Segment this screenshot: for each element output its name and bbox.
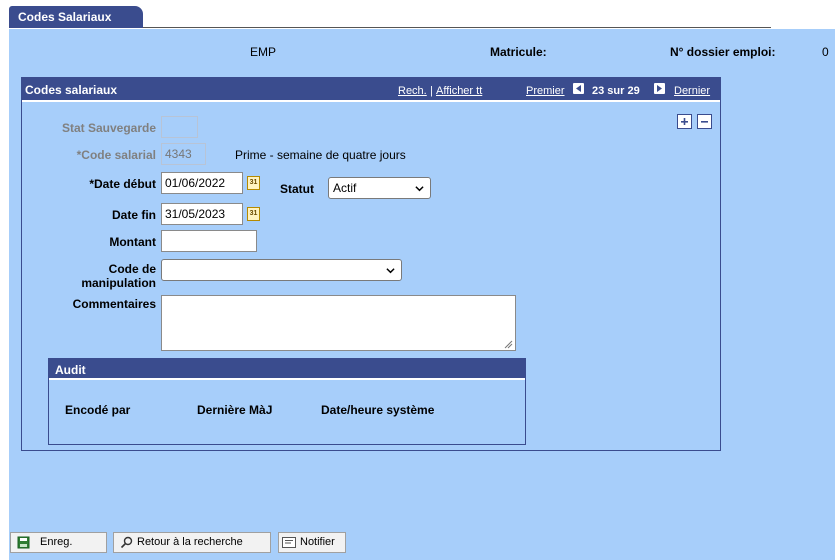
notify-button[interactable]: Notifier <box>278 532 346 553</box>
codes-salariaux-panel: Codes salariaux Rech. | Afficher tt Prem… <box>21 77 721 451</box>
calendar-icon[interactable]: 31 <box>247 176 260 190</box>
code-manipulation-label-line1: Code de <box>108 262 156 276</box>
panel-header: Codes salariaux Rech. | Afficher tt Prem… <box>22 78 720 102</box>
previous-arrow-icon[interactable] <box>573 83 584 94</box>
tab-codes-salariaux[interactable]: Codes Salariaux <box>9 6 143 28</box>
notify-icon <box>282 536 296 552</box>
notify-button-label: Notifier <box>300 536 335 548</box>
plus-icon <box>681 118 688 125</box>
stat-sauvegarde-label: Stat Sauvegarde <box>61 121 156 135</box>
delete-row-button[interactable] <box>697 114 712 129</box>
montant-input[interactable] <box>161 230 257 252</box>
code-salarial-field: 4343 <box>161 143 206 165</box>
audit-section: Audit Encodé par Dernière MàJ Date/heure… <box>48 358 526 445</box>
date-debut-input[interactable]: 01/06/2022 <box>161 172 243 194</box>
statut-selected-value: Actif <box>333 181 357 195</box>
save-button-label: Enreg. <box>40 536 73 548</box>
date-debut-label: *Date début <box>89 177 156 191</box>
date-fin-label: Date fin <box>111 208 156 222</box>
code-salarial-label: *Code salarial <box>76 148 156 162</box>
save-button[interactable]: Enreg. <box>10 532 107 553</box>
dernier-link[interactable]: Dernier <box>674 85 710 97</box>
code-manipulation-select[interactable] <box>161 259 402 281</box>
matricule-label: Matricule: <box>490 45 547 59</box>
date-heure-systeme-label: Date/heure système <box>321 403 435 417</box>
encode-par-label: Encodé par <box>65 403 131 417</box>
return-to-search-label: Retour à la recherche <box>137 536 243 548</box>
panel-title: Codes salariaux <box>25 83 118 97</box>
commentaires-textarea[interactable] <box>161 295 516 351</box>
minus-icon <box>701 121 708 123</box>
montant-label: Montant <box>109 235 156 249</box>
tab-divider <box>143 27 771 28</box>
return-to-search-button[interactable]: Retour à la recherche <box>113 532 271 553</box>
code-manipulation-label-line2: manipulation <box>81 276 156 290</box>
dossier-label: N° dossier emploi: <box>670 45 776 59</box>
derniere-maj-label: Dernière MàJ <box>197 403 273 417</box>
calendar-icon[interactable]: 31 <box>247 207 260 221</box>
code-salarial-description: Prime - semaine de quatre jours <box>235 148 406 162</box>
dossier-value: 0 <box>822 45 829 59</box>
audit-header: Audit <box>49 359 525 380</box>
chevron-down-icon <box>386 264 395 278</box>
premier-link[interactable]: Premier <box>526 85 565 97</box>
date-fin-input[interactable]: 31/05/2023 <box>161 203 243 225</box>
add-row-button[interactable] <box>677 114 692 129</box>
stat-sauvegarde-field <box>161 116 198 138</box>
tab-bar: Codes Salariaux <box>0 0 835 29</box>
chevron-down-icon <box>415 182 424 196</box>
afficher-tout-link[interactable]: Afficher tt <box>436 85 482 97</box>
statut-select[interactable]: Actif <box>328 177 431 199</box>
commentaires-label: Commentaires <box>72 297 156 311</box>
rech-link[interactable]: Rech. <box>398 85 427 97</box>
statut-label: Statut <box>280 182 314 196</box>
nav-separator: | <box>430 85 433 97</box>
save-icon <box>17 536 30 552</box>
row-counter: 23 sur 29 <box>592 85 640 97</box>
next-arrow-icon[interactable] <box>654 83 665 94</box>
resize-handle-icon[interactable] <box>503 338 513 352</box>
emp-label: EMP <box>250 45 277 59</box>
search-icon <box>120 536 133 552</box>
